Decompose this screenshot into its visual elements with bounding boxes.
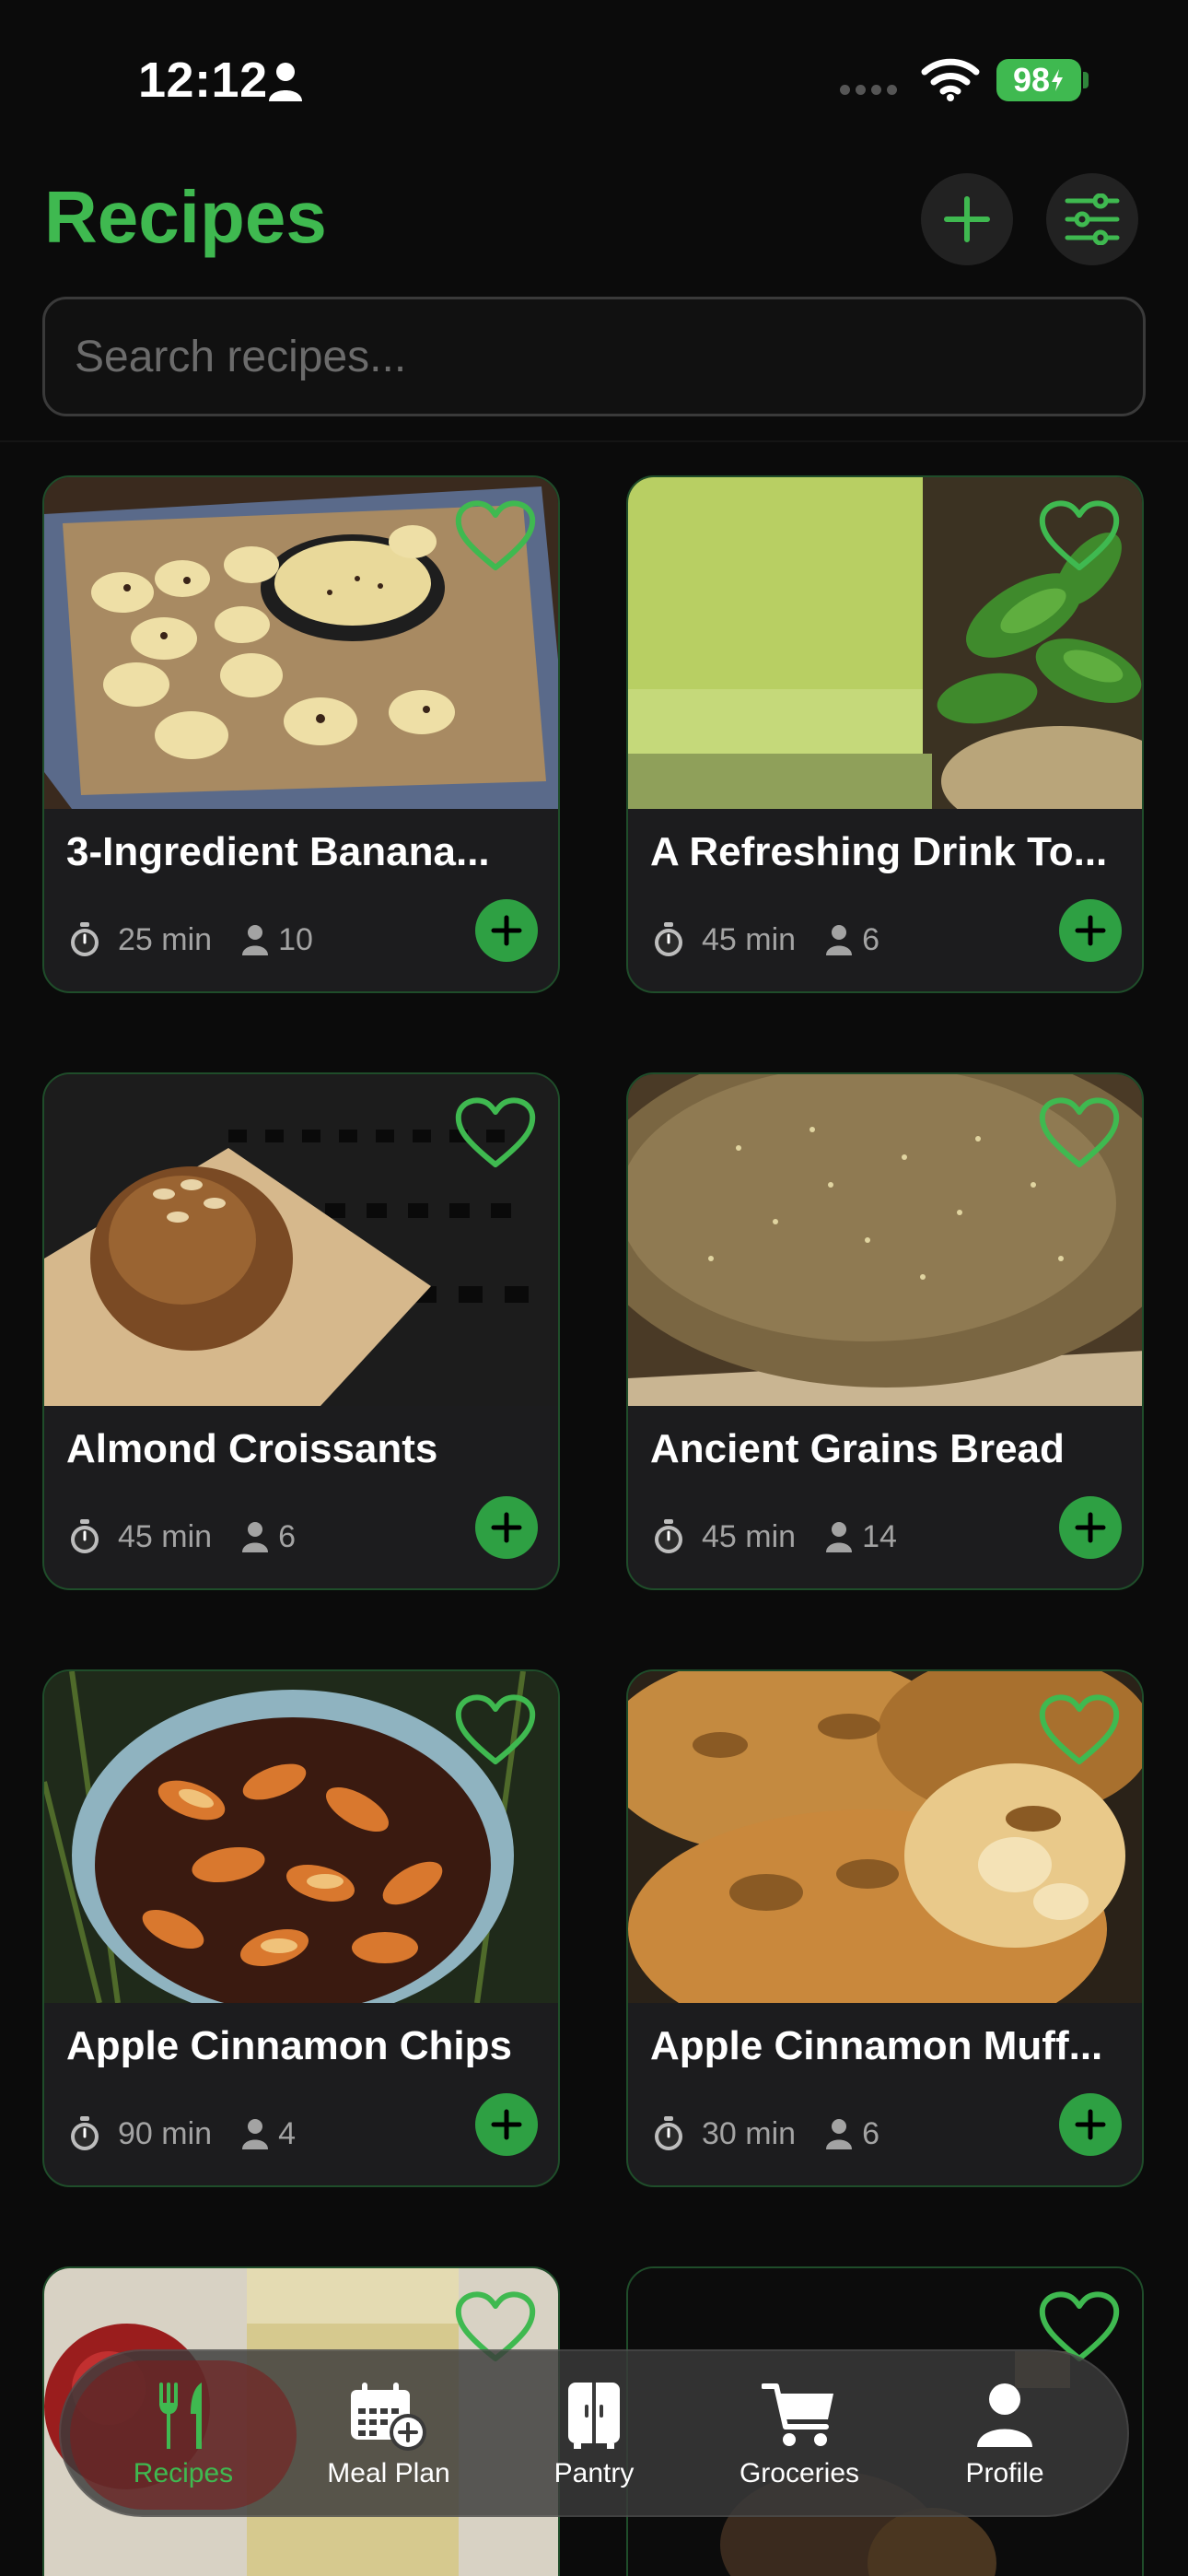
favorite-heart-icon[interactable] <box>1037 498 1122 573</box>
recipe-title: Ancient Grains Bread <box>650 1426 1065 1471</box>
recipe-meta: 45 min 14 <box>650 1518 897 1555</box>
plus-icon <box>491 2109 522 2140</box>
add-to-plan-button[interactable] <box>1059 1496 1122 1559</box>
servings-person-icon <box>242 2119 269 2149</box>
plus-icon <box>1075 915 1106 946</box>
favorite-heart-icon[interactable] <box>453 498 538 573</box>
recipe-card[interactable]: 3-Ingredient Banana... 25 min 10 <box>42 475 560 993</box>
favorite-heart-icon[interactable] <box>1037 1095 1122 1170</box>
battery-tip <box>1083 72 1089 88</box>
tab-label: Meal Plan <box>327 2458 450 2488</box>
tab-meal-plan[interactable]: Meal Plan <box>287 2351 490 2519</box>
cook-time: 25 min <box>118 921 213 957</box>
plus-icon <box>944 196 990 242</box>
servings-person-icon <box>826 1522 853 1552</box>
wifi-icon <box>921 58 980 101</box>
servings-person-icon <box>826 925 853 955</box>
recipe-card[interactable]: A Refreshing Drink To... 45 min 6 <box>626 475 1144 993</box>
recipe-title: A Refreshing Drink To... <box>650 829 1108 874</box>
recipe-card[interactable]: Almond Croissants 45 min 6 <box>42 1072 560 1590</box>
header-divider <box>0 440 1188 442</box>
servings-person-icon <box>826 2119 853 2149</box>
servings-count: 10 <box>278 921 313 957</box>
charging-bolt-icon <box>1052 69 1064 91</box>
recipe-card[interactable]: Ancient Grains Bread 45 min 14 <box>626 1072 1144 1590</box>
tab-recipes[interactable]: Recipes <box>82 2351 285 2519</box>
recipe-title: Apple Cinnamon Chips <box>66 2023 512 2068</box>
person-icon <box>269 63 302 101</box>
recipe-meta: 45 min 6 <box>66 1518 296 1555</box>
cook-time: 45 min <box>118 1518 213 1554</box>
servings-count: 14 <box>862 1518 897 1554</box>
fork-knife-icon <box>159 2383 202 2449</box>
sliders-icon <box>1065 193 1120 245</box>
servings-person-icon <box>242 1522 269 1552</box>
stopwatch-icon <box>71 1519 99 1553</box>
battery-level: 98 <box>1012 61 1051 99</box>
recipe-title: Apple Cinnamon Muff... <box>650 2023 1103 2068</box>
tab-label: Pantry <box>553 2458 635 2488</box>
servings-person-icon <box>242 925 269 955</box>
favorite-heart-icon[interactable] <box>453 1095 538 1170</box>
tab-pantry[interactable]: Pantry <box>493 2351 695 2519</box>
cabinet-icon <box>568 2383 620 2449</box>
add-to-plan-button[interactable] <box>475 899 538 962</box>
status-time: 12:12 <box>138 53 268 108</box>
favorite-heart-icon[interactable] <box>1037 1692 1122 1767</box>
tab-label: Groceries <box>739 2458 860 2488</box>
add-to-plan-button[interactable] <box>475 2093 538 2156</box>
stopwatch-icon <box>655 2116 682 2150</box>
tab-profile[interactable]: Profile <box>903 2351 1106 2519</box>
tab-label: Recipes <box>133 2458 234 2488</box>
cook-time: 45 min <box>702 921 797 957</box>
recipe-meta: 30 min 6 <box>650 2115 879 2152</box>
recipe-card[interactable]: Apple Cinnamon Muff... 30 min 6 <box>626 1669 1144 2187</box>
cook-time: 30 min <box>702 2115 797 2151</box>
tab-bar: Recipes Meal Plan Pantry Groceries Profi… <box>59 2349 1129 2517</box>
recipe-meta: 45 min 6 <box>650 921 879 958</box>
add-recipe-button[interactable] <box>921 173 1013 265</box>
recipe-card[interactable]: Apple Cinnamon Chips 90 min 4 <box>42 1669 560 2187</box>
cart-icon <box>762 2383 833 2446</box>
recipe-meta: 90 min 4 <box>66 2115 296 2152</box>
plus-icon <box>1075 2109 1106 2140</box>
tab-label: Profile <box>965 2458 1044 2488</box>
page-title: Recipes <box>44 176 327 258</box>
plus-icon <box>491 1512 522 1543</box>
add-to-plan-button[interactable] <box>475 1496 538 1559</box>
plus-icon <box>1075 1512 1106 1543</box>
recipe-meta: 25 min 10 <box>66 921 313 958</box>
stopwatch-icon <box>71 2116 99 2150</box>
tab-groceries[interactable]: Groceries <box>698 2351 901 2519</box>
cook-time: 90 min <box>118 2115 213 2151</box>
stopwatch-icon <box>71 922 99 956</box>
cook-time: 45 min <box>702 1518 797 1554</box>
search-input[interactable] <box>75 331 1088 382</box>
stopwatch-icon <box>655 1519 682 1553</box>
filter-button[interactable] <box>1046 173 1138 265</box>
plus-icon <box>491 915 522 946</box>
stopwatch-icon <box>655 922 682 956</box>
search-bar[interactable] <box>42 297 1146 416</box>
person-icon <box>977 2383 1032 2447</box>
status-bar: 12:12 98 <box>0 0 1188 161</box>
servings-count: 4 <box>278 2115 296 2151</box>
recipe-title: 3-Ingredient Banana... <box>66 829 490 874</box>
servings-count: 6 <box>862 2115 879 2151</box>
calendar-add-icon <box>351 2383 426 2451</box>
battery-indicator: 98 <box>996 59 1081 101</box>
servings-count: 6 <box>862 921 879 957</box>
signal-dots-icon <box>840 85 897 95</box>
add-to-plan-button[interactable] <box>1059 899 1122 962</box>
favorite-heart-icon[interactable] <box>453 1692 538 1767</box>
recipe-title: Almond Croissants <box>66 1426 438 1471</box>
servings-count: 6 <box>278 1518 296 1554</box>
add-to-plan-button[interactable] <box>1059 2093 1122 2156</box>
